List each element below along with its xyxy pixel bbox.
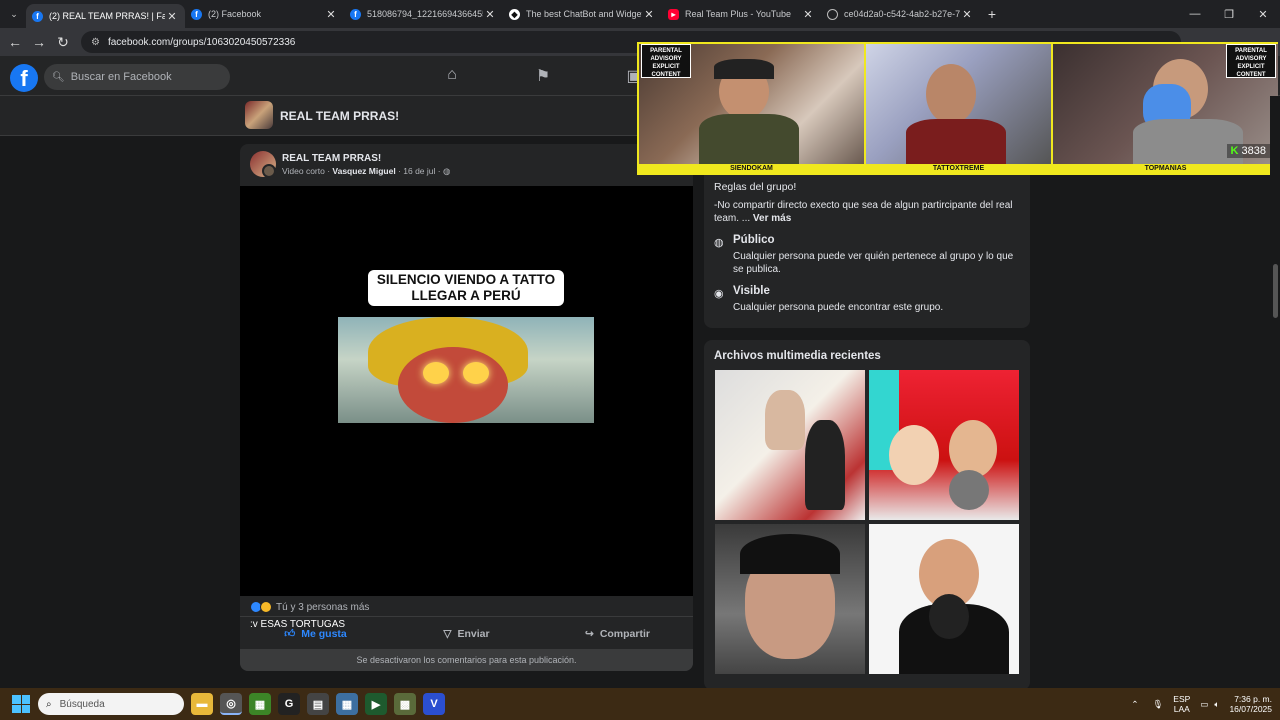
- pages-flag-icon[interactable]: ⚑: [531, 66, 555, 88]
- close-tab-icon[interactable]: ✕: [801, 8, 815, 21]
- post-author-link[interactable]: Vasquez Miguel: [332, 166, 395, 176]
- browser-tab[interactable]: ▸ Real Team Plus - YouTube ✕: [662, 2, 821, 26]
- parental-advisory-logo: PARENTAL ADVISORY EXPLICIT CONTENT: [641, 44, 691, 78]
- home-icon[interactable]: ⌂: [440, 66, 464, 88]
- chrome-icon[interactable]: ◎: [220, 693, 242, 715]
- vpn-icon[interactable]: V: [423, 693, 445, 715]
- facebook-search-input[interactable]: 🔍︎ Buscar en Facebook: [44, 64, 230, 90]
- close-tab-icon[interactable]: ✕: [960, 8, 974, 21]
- system-tray: ⌃ 🎙︎ ESP LAA ▭ 🔈︎ 7:36 p. m. 16/07/2025: [1131, 688, 1272, 720]
- restore-icon[interactable]: ❐: [1212, 0, 1246, 28]
- recent-media-card: Archivos multimedia recientes: [704, 340, 1030, 690]
- file-explorer-icon[interactable]: ▬: [191, 693, 213, 715]
- browser-tab[interactable]: f (2) REAL TEAM PRRAS! | Facebo ✕: [26, 4, 185, 28]
- video-caption: SILENCIO VIENDO A TATTO LLEGAR A PERÚ: [368, 270, 564, 306]
- microphone-icon[interactable]: 🎙︎: [1153, 699, 1164, 710]
- facebook-logo-icon[interactable]: f: [10, 64, 38, 92]
- youtube-icon: ▸: [668, 8, 679, 20]
- taskbar-clock[interactable]: 7:36 p. m. 16/07/2025: [1229, 694, 1272, 714]
- cam-label: TATTOXTREME: [932, 165, 985, 172]
- show-hidden-icons-icon[interactable]: ⌃: [1131, 699, 1138, 710]
- search-icon: ⌕: [46, 698, 52, 710]
- search-icon: 🔍︎: [52, 71, 65, 83]
- media-thumbnail[interactable]: [715, 370, 865, 520]
- game-icon[interactable]: ▩: [394, 693, 416, 715]
- browser-tab[interactable]: f 518086794_1221669436645578 ✕: [344, 2, 503, 26]
- close-window-icon[interactable]: ✕: [1246, 0, 1280, 28]
- about-card: Reglas del grupo! -No compartir directo …: [704, 170, 1030, 328]
- back-icon[interactable]: ←: [3, 34, 27, 50]
- close-tab-icon[interactable]: ✕: [324, 8, 338, 21]
- forward-icon[interactable]: →: [27, 34, 51, 50]
- close-tab-icon[interactable]: ✕: [642, 8, 656, 21]
- viewer-count: K 3838: [1226, 144, 1270, 158]
- recent-media-title: Archivos multimedia recientes: [714, 350, 881, 362]
- network-icon[interactable]: ▭: [1200, 699, 1208, 710]
- taskbar-search-input[interactable]: ⌕ Búsqueda: [38, 693, 184, 715]
- public-globe-icon: ◍: [442, 166, 451, 176]
- volume-icon[interactable]: 🔈︎: [1214, 699, 1219, 710]
- author-avatar[interactable]: [262, 164, 276, 178]
- minimize-icon[interactable]: —: [1178, 0, 1212, 28]
- facebook-icon: f: [191, 8, 202, 20]
- like-button[interactable]: 👍︎ Me gusta: [240, 627, 391, 640]
- page-scrollbar[interactable]: [1270, 96, 1280, 690]
- video-player[interactable]: SILENCIO VIENDO A TATTO LLEGAR A PERÚ :v…: [240, 186, 693, 630]
- tab-search-dropdown-icon[interactable]: ⌄: [2, 4, 26, 24]
- facebook-icon: f: [350, 8, 361, 20]
- site-info-icon[interactable]: ⚙: [91, 37, 100, 48]
- post-actions: 👍︎ Me gusta ▽ Enviar ↪ Compartir: [240, 616, 693, 650]
- notepad-icon[interactable]: ▤: [307, 693, 329, 715]
- calculator-icon[interactable]: ▦: [336, 693, 358, 715]
- media-thumbnail[interactable]: [869, 524, 1019, 674]
- media-thumbnail[interactable]: [715, 524, 865, 674]
- eye-icon: ◉: [714, 288, 724, 300]
- facebook-icon: f: [32, 10, 43, 22]
- comments-disabled-notice: Se desactivaron los comentarios para est…: [240, 649, 693, 671]
- chatbot-icon: ◆: [509, 8, 520, 20]
- reactions-summary[interactable]: Tú y 3 personas más: [250, 601, 369, 613]
- windows-start-icon[interactable]: [12, 695, 30, 713]
- post-meta: Video corto · Vasquez Miguel · 16 de jul…: [282, 166, 451, 176]
- kick-icon: K: [1230, 145, 1239, 157]
- send-button[interactable]: ▽ Enviar: [391, 628, 542, 640]
- globe-icon: [827, 8, 838, 20]
- cam-label: TOPMANIAS: [1144, 165, 1187, 172]
- streamer-cam: [866, 44, 1051, 164]
- browser-tab[interactable]: ce04d2a0-c542-4ab2-b27e-76e ✕: [821, 2, 980, 26]
- minecraft-icon[interactable]: ▦: [249, 693, 271, 715]
- close-tab-icon[interactable]: ✕: [483, 8, 497, 21]
- share-button[interactable]: ↪ Compartir: [542, 628, 693, 640]
- media-thumbnail[interactable]: [869, 370, 1019, 520]
- thumbs-up-icon: 👍︎: [284, 628, 296, 640]
- close-tab-icon[interactable]: ✕: [165, 10, 179, 23]
- scrollbar-thumb[interactable]: [1273, 264, 1278, 318]
- group-thumbnail[interactable]: [245, 101, 273, 129]
- post-group-name[interactable]: REAL TEAM PRRAS!: [282, 153, 381, 164]
- capcut-icon[interactable]: G: [278, 693, 300, 715]
- rules-text: -No compartir directo execto que sea de …: [714, 200, 1013, 224]
- group-name[interactable]: REAL TEAM PRRAS!: [280, 109, 399, 123]
- stream-overlay: PARENTAL ADVISORY EXPLICIT CONTENT PAREN…: [637, 42, 1278, 175]
- browser-tab-bar: ⌄ f (2) REAL TEAM PRRAS! | Facebo ✕ f (2…: [0, 0, 1280, 28]
- group-post: REAL TEAM PRRAS! Video corto · Vasquez M…: [240, 144, 693, 671]
- media-player-icon[interactable]: ▶: [365, 693, 387, 715]
- send-icon: ▽: [443, 627, 452, 640]
- globe-icon: ◍: [714, 237, 724, 249]
- input-language[interactable]: ESP LAA: [1173, 694, 1190, 714]
- see-more-link[interactable]: Ver más: [753, 213, 791, 224]
- new-tab-button[interactable]: +: [980, 6, 1004, 22]
- browser-tab[interactable]: f (2) Facebook ✕: [185, 2, 344, 26]
- cam-label: SIENDOKAM: [730, 165, 773, 172]
- reload-icon[interactable]: ↻: [51, 34, 75, 51]
- windows-taskbar: ⌕ Búsqueda ▬ ◎ ▦ G ▤ ▦ ▶ ▩ V ⌃ 🎙︎ ESP LA…: [0, 688, 1280, 720]
- video-frame: [338, 317, 594, 423]
- parental-advisory-logo: PARENTAL ADVISORY EXPLICIT CONTENT: [1226, 44, 1276, 78]
- rules-title: Reglas del grupo!: [714, 181, 797, 193]
- browser-tab[interactable]: ◆ The best ChatBot and Widgets ✕: [503, 2, 662, 26]
- love-face-reaction-icon: [260, 601, 272, 613]
- share-icon: ↪: [585, 627, 594, 640]
